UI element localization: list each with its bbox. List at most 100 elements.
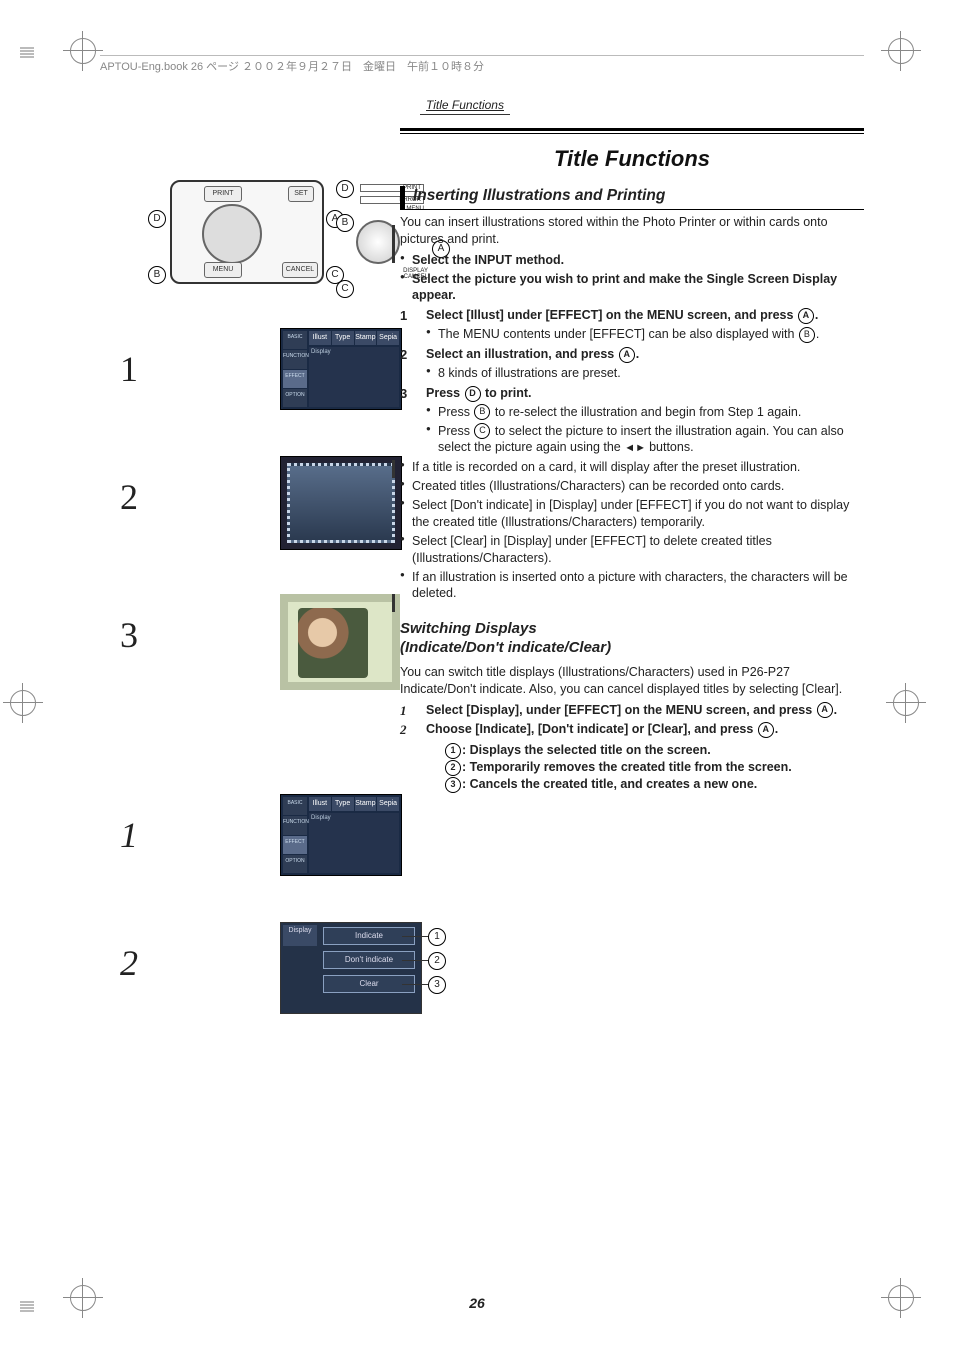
- running-head: Title Functions: [420, 98, 510, 115]
- number-2-icon: 2: [445, 760, 461, 776]
- accent-bar: [392, 225, 395, 263]
- figure-step-2: 2: [80, 456, 370, 566]
- menu-item-illust: Illust: [309, 797, 331, 811]
- step-1: 1 Select [Illust] under [EFFECT] on the …: [400, 307, 864, 343]
- step-number-3: 3: [120, 614, 138, 656]
- post-bullet: If a title is recorded on a card, it wil…: [400, 459, 864, 476]
- def-2: 2: Temporarily removes the created title…: [444, 759, 864, 776]
- menu-tab-basic: BASIC: [283, 797, 307, 815]
- device-body: PRINT SET MENU CANCEL: [170, 180, 324, 284]
- cancel-button-label: CANCEL: [282, 262, 318, 278]
- print-button-label: PRINT: [204, 186, 242, 202]
- registration-mark-icon: [70, 38, 96, 64]
- menu-item-illust: Illust: [309, 331, 331, 345]
- menu-tab-function: FUNCTION: [283, 350, 307, 368]
- figure-sec2-step-2: 2 Display Indicate Don't indicate Clear …: [80, 922, 370, 1032]
- step2-text: Select an illustration, and press: [426, 347, 618, 361]
- menu-item-type: Type: [332, 797, 354, 811]
- display-options-screenshot: Display Indicate Don't indicate Clear: [280, 922, 422, 1014]
- prestep-1: Select the INPUT method.: [400, 252, 864, 269]
- step1-text: Select [Illust] under [EFFECT] on the ME…: [426, 308, 797, 322]
- figure-step-3: 3: [80, 594, 370, 724]
- sec2-step-2: 2 Choose [Indicate], [Don't indicate] or…: [400, 721, 864, 793]
- def-1: 1: Displays the selected title on the sc…: [444, 742, 864, 759]
- menu-item-sepia: Sepia: [377, 797, 399, 811]
- callout-1-icon: 1: [428, 928, 446, 946]
- step3-text-b: to print.: [482, 386, 532, 400]
- step1-note: The MENU contents under [EFFECT] can be …: [426, 326, 864, 343]
- button-c-icon: C: [474, 423, 490, 439]
- menu-button-label: MENU: [204, 262, 242, 278]
- step-number-1: 1: [120, 348, 138, 390]
- menu-item-stamp: Stamp: [355, 797, 377, 811]
- step3-text-a: Press: [426, 386, 464, 400]
- page-number: 26: [0, 1295, 954, 1311]
- menu-tab-function: FUNCTION: [283, 816, 307, 834]
- button-a-icon: A: [619, 347, 635, 363]
- post-bullet: Select [Don't indicate] in [Display] und…: [400, 497, 864, 531]
- step-num: 1: [400, 702, 407, 720]
- left-right-arrow-icon: ◄►: [624, 442, 649, 454]
- callout-line: [402, 984, 428, 985]
- menu-screenshot-2: BASIC FUNCTION EFFECT OPTION Illust Type…: [280, 794, 402, 876]
- menu-tab-effect: EFFECT: [283, 370, 307, 388]
- step-num: 1: [400, 307, 407, 325]
- def-3: 3: Cancels the created title, and create…: [444, 776, 864, 793]
- accent-bar: [392, 460, 395, 478]
- generator-header: APTOU-Eng.book 26 ページ ２００２年９月２７日 金曜日 午前１…: [100, 55, 864, 74]
- number-3-icon: 3: [445, 777, 461, 793]
- step-2: 2 Select an illustration, and press A. 8…: [400, 346, 864, 382]
- step3-note-b: Press B to re-select the illustration an…: [426, 404, 864, 421]
- accent-bar: [392, 594, 395, 612]
- printed-photo-icon: [280, 594, 400, 690]
- page-title: Title Functions: [400, 146, 864, 172]
- step3-note-c: Press C to select the picture to insert …: [426, 423, 864, 457]
- section-heading-2: Switching Displays (Indicate/Don't indic…: [400, 620, 864, 658]
- figures-column: PRINT SET MENU CANCEL D A B C PRINT ERRO…: [80, 180, 370, 1060]
- menu-body: Display: [309, 347, 399, 407]
- figure-control-panel: PRINT SET MENU CANCEL D A B C PRINT ERRO…: [80, 180, 370, 300]
- registration-mark-icon: [888, 38, 914, 64]
- label-c2-icon: C: [336, 280, 354, 298]
- section1-intro: You can insert illustrations stored with…: [400, 214, 864, 248]
- menu-tab-option: OPTION: [283, 855, 307, 873]
- callout-line: [402, 936, 428, 937]
- step-number-1-italic: 1: [120, 814, 138, 856]
- step-3: 3 Press D to print. Press B to re-select…: [400, 385, 864, 457]
- post-bullet: Created titles (Illustrations/Characters…: [400, 478, 864, 495]
- step-number-2-italic: 2: [120, 942, 138, 984]
- step-num: 3: [400, 385, 407, 403]
- label-d-icon: D: [148, 210, 166, 228]
- display-side-label: Display: [283, 925, 317, 946]
- dpad-icon: [202, 204, 262, 264]
- label-b2-icon: B: [336, 214, 354, 232]
- page: APTOU-Eng.book 26 ページ ２００２年９月２７日 金曜日 午前１…: [0, 0, 954, 1351]
- title-rule: [400, 128, 864, 134]
- step-num: 2: [400, 346, 407, 364]
- menu-tab-basic: BASIC: [283, 331, 307, 349]
- menu-item-type: Type: [332, 331, 354, 345]
- figure-step-1: 1 BASIC FUNCTION EFFECT OPTION Illust Ty…: [80, 328, 370, 428]
- menu-screenshot-1: BASIC FUNCTION EFFECT OPTION Illust Type…: [280, 328, 402, 410]
- menu-tab-effect: EFFECT: [283, 836, 307, 854]
- post-bullet: If an illustration is inserted onto a pi…: [400, 569, 864, 603]
- callout-3-icon: 3: [428, 976, 446, 994]
- crop-ticks-top: [20, 46, 34, 59]
- button-b-icon: B: [474, 404, 490, 420]
- menu-tab-option: OPTION: [283, 389, 307, 407]
- prestep-2: Select the picture you wish to print and…: [400, 271, 864, 305]
- callout-line: [402, 960, 428, 961]
- menu-item-stamp: Stamp: [355, 331, 377, 345]
- button-b-icon: B: [799, 327, 815, 343]
- callout-2-icon: 2: [428, 952, 446, 970]
- button-d-icon: D: [465, 386, 481, 402]
- registration-mark-icon: [10, 690, 36, 716]
- content-column: Inserting Illustrations and Printing You…: [400, 186, 864, 796]
- button-a-icon: A: [817, 702, 833, 718]
- sec2-step2-text: Choose [Indicate], [Don't indicate] or […: [426, 722, 757, 736]
- button-a-icon: A: [758, 722, 774, 738]
- registration-mark-icon: [893, 690, 919, 716]
- set-button-label: SET: [288, 186, 314, 202]
- sec2-step1-text: Select [Display], under [EFFECT] on the …: [426, 703, 816, 717]
- section2-intro: You can switch title displays (Illustrat…: [400, 664, 864, 698]
